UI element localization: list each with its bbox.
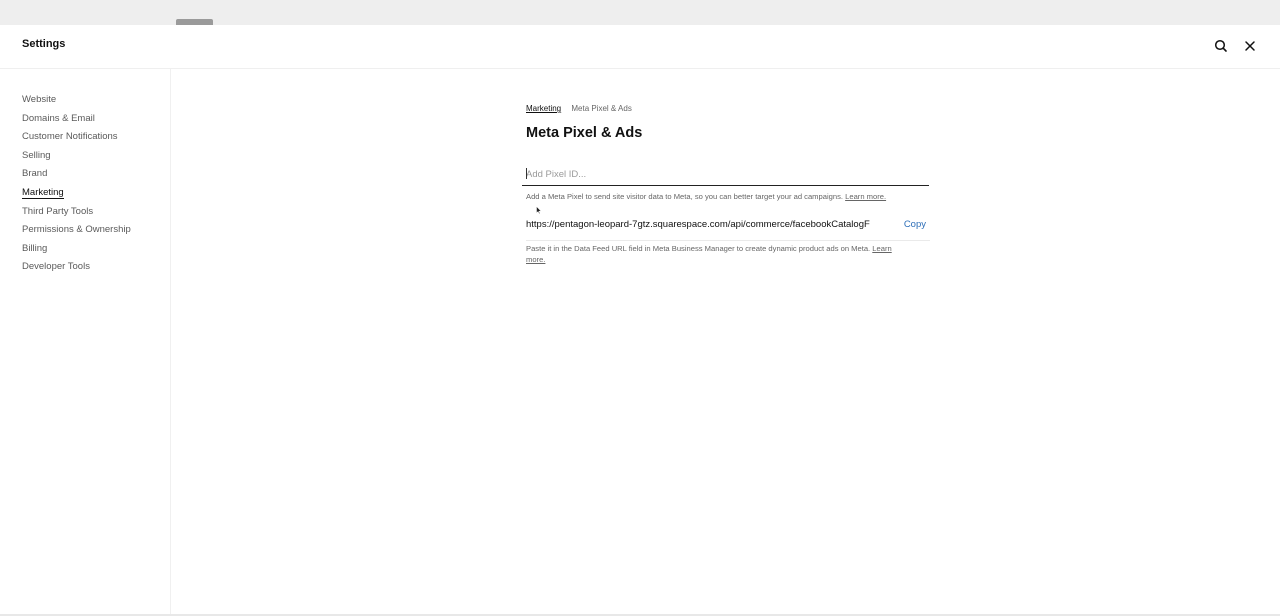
sidebar-item-label: Permissions & Ownership [22, 224, 131, 236]
page-title: Meta Pixel & Ads [526, 125, 643, 141]
pixel-id-input[interactable] [522, 163, 929, 186]
pixel-help-body: Add a Meta Pixel to send site visitor da… [526, 192, 843, 201]
sidebar-item-third-party-tools[interactable]: Third Party Tools [22, 205, 131, 224]
settings-sidebar: Website Domains & Email Customer Notific… [0, 69, 171, 616]
close-button[interactable] [1241, 37, 1259, 55]
settings-title: Settings [22, 38, 66, 50]
breadcrumb-link-marketing[interactable]: Marketing [526, 104, 561, 113]
sidebar-item-label: Billing [22, 242, 48, 254]
sidebar-menu: Website Domains & Email Customer Notific… [22, 93, 131, 279]
pixel-help-text: Add a Meta Pixel to send site visitor da… [526, 192, 930, 203]
sidebar-item-developer-tools[interactable]: Developer Tools [22, 260, 131, 279]
search-button[interactable] [1212, 37, 1230, 55]
close-icon [1245, 41, 1255, 51]
sidebar-item-label: Brand [22, 168, 48, 180]
copy-button[interactable]: Copy [904, 219, 926, 230]
sidebar-item-label: Third Party Tools [22, 205, 94, 217]
feed-url-value: https://pentagon-leopard-7gtz.squarespac… [526, 219, 870, 230]
sidebar-item-label: Customer Notifications [22, 131, 118, 143]
sidebar-item-website[interactable]: Website [22, 93, 131, 112]
sidebar-item-label: Selling [22, 149, 51, 161]
feed-help-text: Paste it in the Data Feed URL field in M… [526, 244, 896, 265]
settings-header: Settings [0, 25, 1280, 69]
feed-url-row: https://pentagon-leopard-7gtz.squarespac… [526, 216, 930, 241]
sidebar-item-permissions-ownership[interactable]: Permissions & Ownership [22, 223, 131, 242]
sidebar-item-selling[interactable]: Selling [22, 149, 131, 168]
breadcrumb: Marketing Meta Pixel & Ads [526, 104, 632, 113]
browser-top-strip [0, 0, 1280, 25]
sidebar-item-label: Website [22, 94, 57, 105]
sidebar-item-domains-email[interactable]: Domains & Email [22, 112, 131, 131]
search-icon [1214, 39, 1227, 52]
settings-panel: Settings Website Domains & Email Custome… [0, 25, 1280, 616]
pixel-learn-more-link[interactable]: Learn more. [845, 192, 886, 201]
sidebar-item-marketing[interactable]: Marketing [22, 186, 131, 205]
sidebar-item-brand[interactable]: Brand [22, 167, 131, 186]
sidebar-item-label: Marketing [22, 186, 64, 199]
mouse-cursor-icon [536, 206, 542, 214]
sidebar-item-label: Developer Tools [22, 261, 90, 273]
sidebar-item-customer-notifications[interactable]: Customer Notifications [22, 130, 131, 149]
sidebar-item-billing[interactable]: Billing [22, 242, 131, 261]
text-caret [526, 168, 527, 179]
breadcrumb-current: Meta Pixel & Ads [571, 104, 632, 113]
sidebar-item-label: Domains & Email [22, 112, 95, 124]
feed-help-body: Paste it in the Data Feed URL field in M… [526, 244, 871, 253]
